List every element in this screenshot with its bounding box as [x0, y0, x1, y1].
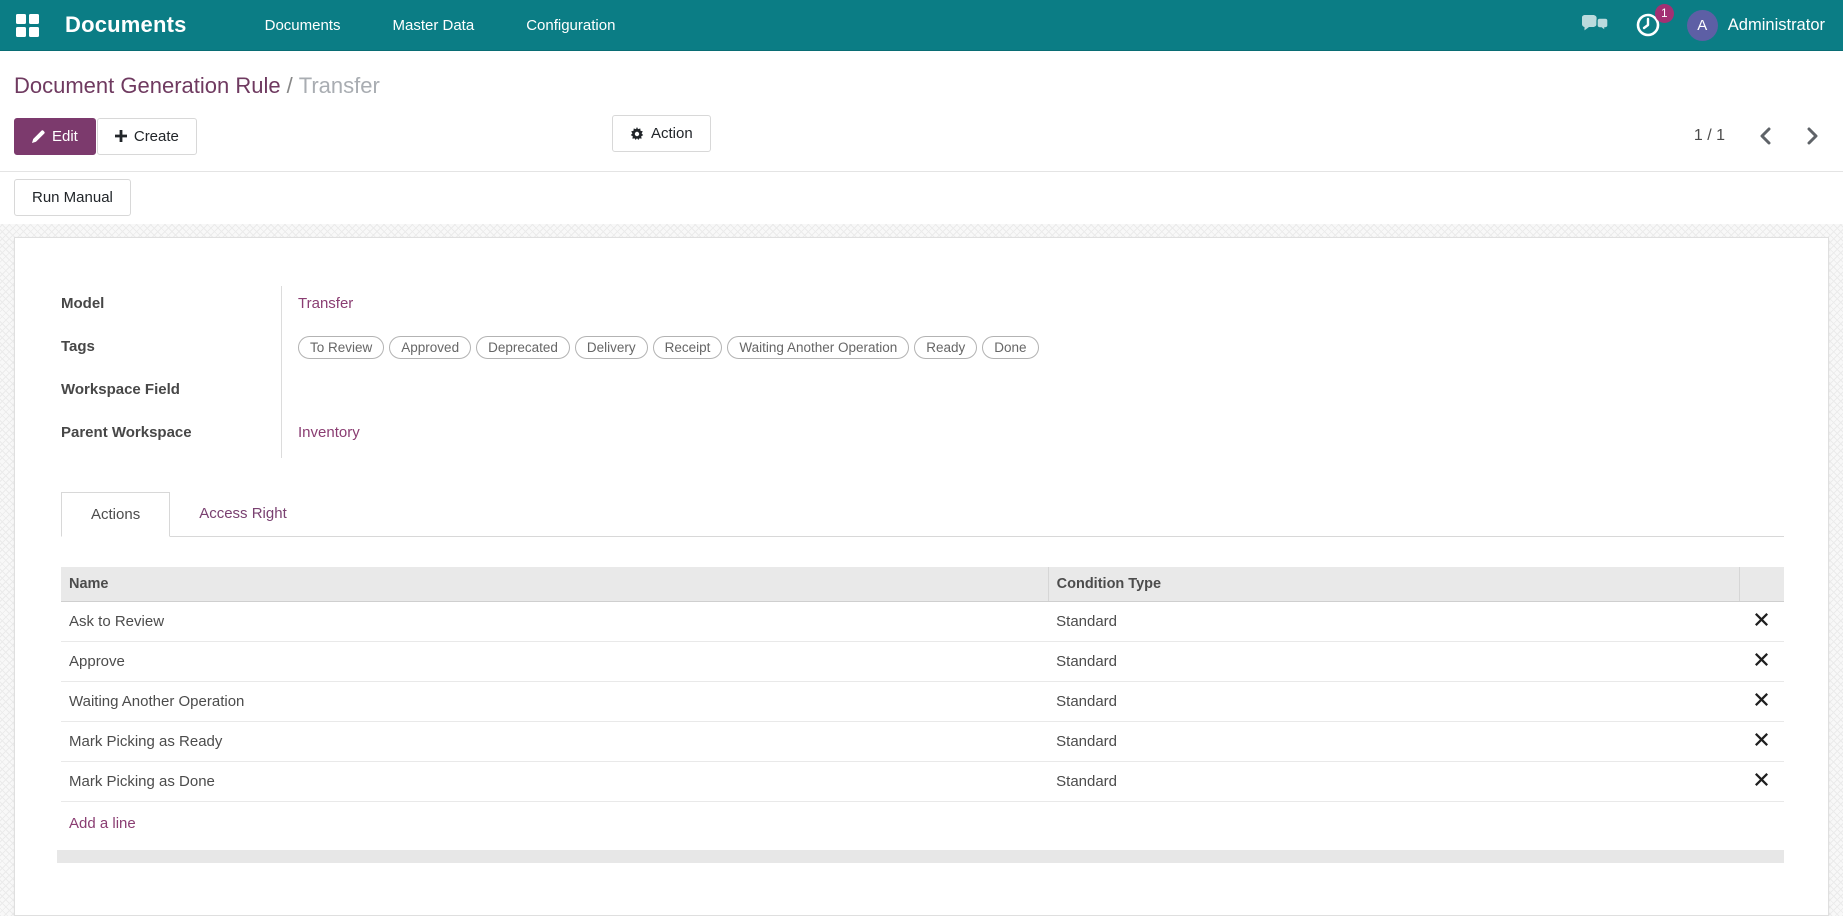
breadcrumb-current: Transfer [298, 73, 380, 98]
parent-workspace-label: Parent Workspace [61, 424, 192, 441]
tag-pill: Done [982, 336, 1039, 359]
user-menu[interactable]: A Administrator [1686, 9, 1825, 41]
add-a-line-link[interactable]: Add a line [61, 802, 1784, 845]
table-row[interactable]: Waiting Another Operation Standard [61, 681, 1784, 722]
horizontal-scrollbar[interactable] [57, 850, 1784, 863]
form-fields: Model Transfer Tags To Review Approved D… [61, 286, 1784, 458]
tag-list: To Review Approved Deprecated Delivery R… [298, 336, 1784, 359]
pager-next-icon[interactable] [1807, 127, 1819, 145]
menu-master-data[interactable]: Master Data [392, 1, 474, 50]
menu-configuration[interactable]: Configuration [526, 1, 615, 50]
column-header-delete [1739, 567, 1784, 602]
apps-grid-icon[interactable] [16, 13, 39, 37]
actions-table: Name Condition Type Ask to Review Standa… [61, 567, 1784, 802]
gear-icon [630, 126, 644, 141]
plus-icon [114, 130, 127, 142]
delete-row-icon[interactable] [1755, 693, 1769, 706]
column-header-name[interactable]: Name [61, 567, 1049, 602]
tag-pill: Delivery [574, 336, 648, 359]
table-row[interactable]: Mark Picking as Done Standard [61, 761, 1784, 802]
app-title[interactable]: Documents [65, 12, 187, 38]
control-panel: Document Generation Rule / Transfer Edit C… [0, 51, 1843, 224]
tag-pill: Approved [389, 336, 472, 359]
tags-label: Tags [61, 338, 95, 355]
model-label: Model [61, 295, 105, 312]
button-row: Edit Create Action 1 / 1 [0, 99, 1843, 157]
messages-icon[interactable] [1580, 14, 1609, 37]
pager-previous-icon[interactable] [1759, 127, 1771, 145]
run-manual-button[interactable]: Run Manual [14, 179, 131, 216]
menu-documents[interactable]: Documents [265, 1, 341, 50]
delete-row-icon[interactable] [1755, 613, 1769, 626]
user-name: Administrator [1727, 15, 1825, 34]
activity-clock-icon[interactable]: 1 [1635, 4, 1674, 38]
tab-actions[interactable]: Actions [61, 492, 171, 537]
table-row[interactable]: Ask to Review Standard [61, 601, 1784, 642]
activity-badge: 1 [1654, 4, 1674, 23]
notebook-tabs: Actions Access Right [61, 492, 1784, 537]
breadcrumb-separator: / [286, 73, 293, 98]
pencil-icon [32, 129, 45, 143]
tag-pill: Receipt [652, 336, 723, 359]
top-navbar: Documents Documents Master Data Configur… [0, 0, 1843, 51]
pager-count: 1 / 1 [1693, 127, 1725, 144]
tag-pill: Waiting Another Operation [727, 336, 910, 359]
model-value-link[interactable]: Transfer [298, 295, 353, 312]
table-row[interactable]: Mark Picking as Ready Standard [61, 721, 1784, 762]
tag-pill: Deprecated [476, 336, 570, 359]
navbar-menu: Documents Master Data Configuration [265, 1, 616, 50]
action-button[interactable]: Action [612, 115, 711, 152]
tag-pill: To Review [298, 336, 385, 359]
table-row[interactable]: Approve Standard [61, 641, 1784, 682]
workspace-field-label: Workspace Field [61, 381, 180, 398]
column-header-condition-type[interactable]: Condition Type [1048, 567, 1741, 602]
breadcrumb-parent-link[interactable]: Document Generation Rule [14, 73, 281, 98]
form-sheet: Model Transfer Tags To Review Approved D… [14, 237, 1829, 916]
breadcrumb: Document Generation Rule / Transfer [0, 51, 1843, 99]
delete-row-icon[interactable] [1755, 653, 1769, 666]
parent-workspace-value-link[interactable]: Inventory [298, 424, 360, 441]
create-button[interactable]: Create [96, 117, 197, 155]
content-background: Model Transfer Tags To Review Approved D… [0, 224, 1843, 916]
workspace-field-value [281, 372, 1784, 415]
delete-row-icon[interactable] [1755, 733, 1769, 746]
delete-row-icon[interactable] [1755, 773, 1769, 786]
avatar: A [1686, 9, 1718, 41]
tag-pill: Ready [914, 336, 978, 359]
statusbar: Run Manual [0, 172, 1843, 224]
edit-button[interactable]: Edit [14, 117, 96, 155]
tab-access-right[interactable]: Access Right [170, 492, 316, 536]
